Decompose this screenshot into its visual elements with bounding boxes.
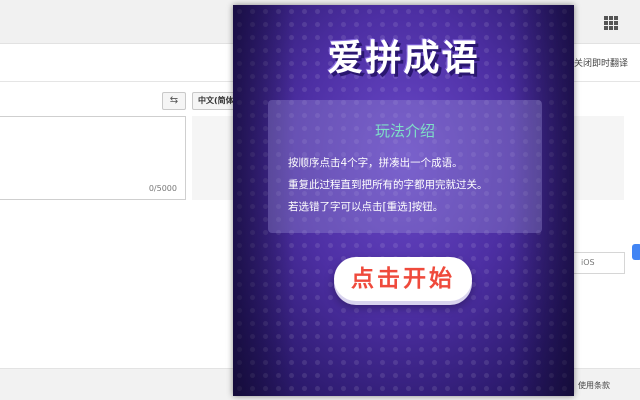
apps-grid-icon[interactable] xyxy=(604,16,618,30)
rules-line: 重复此过程直到把所有的字都用完就过关。 xyxy=(288,179,488,191)
source-text-input[interactable]: 0/5000 xyxy=(0,116,186,200)
instant-translate-toggle[interactable]: 关闭即时翻译 xyxy=(574,56,628,69)
start-button[interactable]: 点击开始 xyxy=(334,257,472,301)
terms-link[interactable]: 使用条款 xyxy=(578,380,610,391)
target-language-button[interactable]: 中文(简体 xyxy=(192,92,236,110)
rules-panel: 玩法介绍 按顺序点击4个字，拼凑出一个成语。 重复此过程直到把所有的字都用完就过… xyxy=(268,100,542,233)
rules-line: 按顺序点击4个字，拼凑出一个成语。 xyxy=(288,157,463,169)
swap-languages-button[interactable]: ⇆ xyxy=(162,92,186,110)
swap-icon: ⇆ xyxy=(169,95,179,106)
char-count: 0/5000 xyxy=(148,184,177,193)
extension-popup: 爱拼成语 玩法介绍 按顺序点击4个字，拼凑出一个成语。 重复此过程直到把所有的字… xyxy=(233,5,574,396)
side-tab[interactable] xyxy=(632,244,640,260)
ios-app-button[interactable]: iOS xyxy=(568,252,625,274)
rules-heading: 玩法介绍 xyxy=(374,122,435,140)
game-title: 爱拼成语 xyxy=(327,38,480,79)
rules-line: 若选错了字可以点击[重选]按钮。 xyxy=(288,201,444,213)
